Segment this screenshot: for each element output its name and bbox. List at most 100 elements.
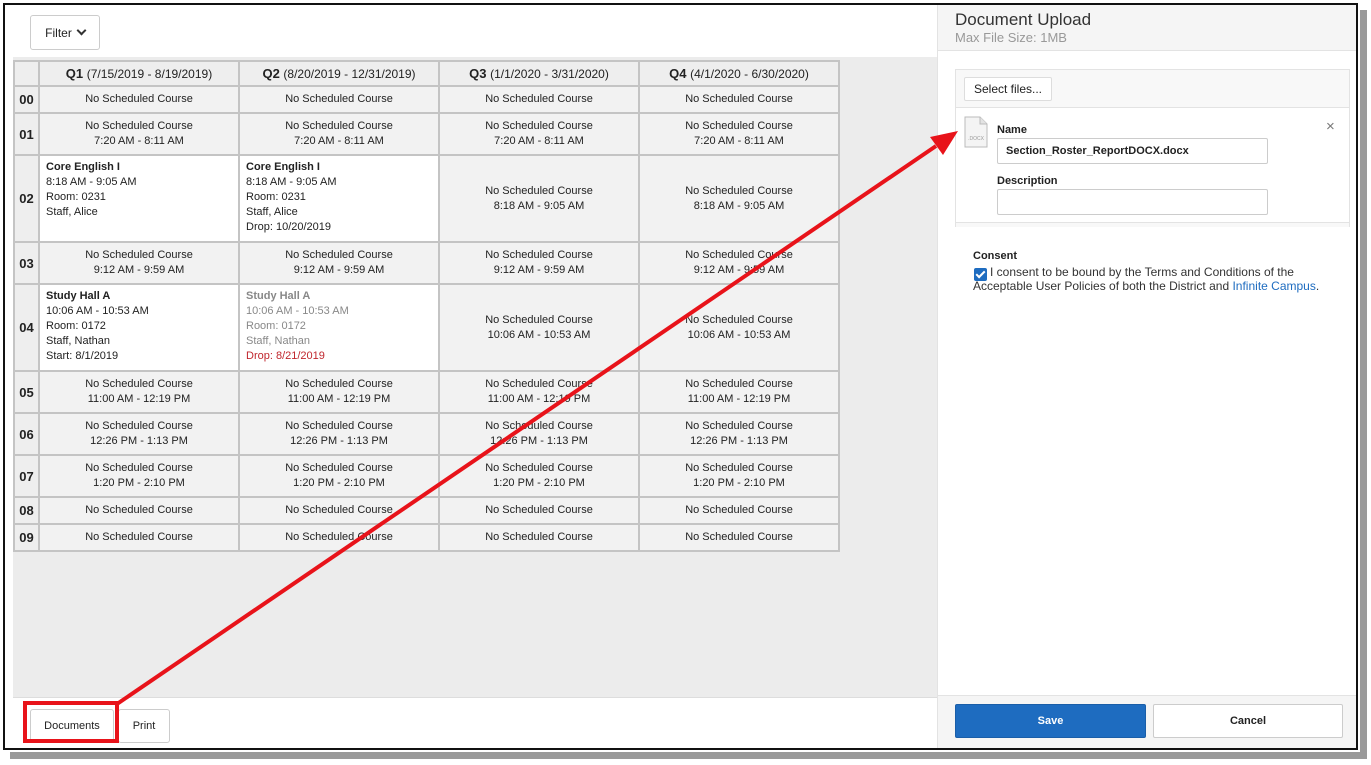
file-docx-icon: .DOCX xyxy=(964,116,988,148)
cell-line: No Scheduled Course xyxy=(285,93,393,105)
term-name: Q2 xyxy=(262,66,280,81)
course-cell[interactable]: Core English I 8:18 AM - 9:05 AM Room: 023… xyxy=(38,154,240,243)
cell-line: 12:26 PM - 1:13 PM xyxy=(90,435,188,447)
cell-line: No Scheduled Course xyxy=(685,249,793,261)
cell-line: No Scheduled Course xyxy=(285,504,393,516)
empty-slot-cell: No Scheduled Course xyxy=(38,496,240,525)
cancel-button[interactable]: Cancel xyxy=(1153,704,1343,738)
empty-slot-cell: No Scheduled Course 1:20 PM - 2:10 PM xyxy=(438,454,640,498)
schedule-body: 00 No Scheduled Course No Scheduled Course… xyxy=(13,85,840,552)
cell-line: Staff, Alice xyxy=(46,206,98,218)
cell-line: 7:20 AM - 8:11 AM xyxy=(694,135,784,147)
period-number: 08 xyxy=(13,496,40,525)
cell-line: No Scheduled Course xyxy=(485,249,593,261)
period-number: 07 xyxy=(13,454,40,498)
cell-line: No Scheduled Course xyxy=(285,249,393,261)
cell-line: 7:20 AM - 8:11 AM xyxy=(294,135,384,147)
cell-line: 1:20 PM - 2:10 PM xyxy=(493,477,585,489)
period-number: 02 xyxy=(13,154,40,243)
term-name: Q4 xyxy=(669,66,687,81)
select-files-button[interactable]: Select files... xyxy=(964,77,1052,101)
cell-line: 12:26 PM - 1:13 PM xyxy=(290,435,388,447)
document-upload-panel: Document Upload Max File Size: 1MB Selec… xyxy=(937,5,1356,748)
annotation-highlight-box xyxy=(23,701,119,743)
empty-slot-cell: No Scheduled Course xyxy=(638,85,840,114)
cell-line: 11:00 AM - 12:19 PM xyxy=(687,393,791,405)
cell-line: 1:20 PM - 2:10 PM xyxy=(93,477,185,489)
cell-line: No Scheduled Course xyxy=(285,462,393,474)
schedule-row: 08 No Scheduled Course No Scheduled Course… xyxy=(13,496,840,525)
course-cell[interactable]: Study Hall A 10:06 AM - 10:53 AM Room: 017… xyxy=(38,283,240,372)
cell-line: 8:18 AM - 9:05 AM xyxy=(246,176,337,188)
close-icon[interactable]: × xyxy=(1326,118,1335,135)
filter-button-label: Filter xyxy=(45,25,72,40)
file-icon-label: .DOCX xyxy=(968,136,985,142)
empty-slot-cell: No Scheduled Course xyxy=(238,496,440,525)
empty-slot-cell: No Scheduled Course xyxy=(638,496,840,525)
cell-line: No Scheduled Course xyxy=(85,504,193,516)
empty-slot-cell: No Scheduled Course xyxy=(438,496,640,525)
course-cell[interactable]: Study Hall A 10:06 AM - 10:53 AM Room: 017… xyxy=(238,283,440,372)
term-header-q4: Q4 (4/1/2020 - 6/30/2020) xyxy=(638,60,840,87)
cell-line: Staff, Nathan xyxy=(46,335,111,347)
cell-line: 10:06 AM - 10:53 AM xyxy=(487,328,591,341)
schedule-header-row: Q1 (7/15/2019 - 8/19/2019) Q2 (8/20/2019 … xyxy=(13,60,840,87)
cell-line: 9:12 AM - 9:59 AM xyxy=(493,264,585,276)
cell-line: No Scheduled Course xyxy=(685,313,793,326)
schedule-row: 00 No Scheduled Course No Scheduled Course… xyxy=(13,85,840,114)
empty-slot-cell: No Scheduled Course 1:20 PM - 2:10 PM xyxy=(238,454,440,498)
term-dates: (4/1/2020 - 6/30/2020) xyxy=(690,67,809,81)
cell-line: 8:18 AM - 9:05 AM xyxy=(693,199,785,212)
empty-slot-cell: No Scheduled Course 1:20 PM - 2:10 PM xyxy=(38,454,240,498)
cell-line: No Scheduled Course xyxy=(285,120,393,132)
cell-line: No Scheduled Course xyxy=(485,504,593,516)
cell-line: No Scheduled Course xyxy=(685,120,793,132)
print-button[interactable]: Print xyxy=(118,709,170,743)
cell-line: 10:06 AM - 10:53 AM xyxy=(46,305,149,317)
cell-line: No Scheduled Course xyxy=(685,184,793,197)
filter-button[interactable]: Filter xyxy=(30,15,100,50)
name-field[interactable]: Section_Roster_ReportDOCX.docx xyxy=(997,138,1268,164)
empty-slot-cell: No Scheduled Course 12:26 PM - 1:13 PM xyxy=(438,412,640,456)
empty-slot-cell: No Scheduled Course 9:12 AM - 9:59 AM xyxy=(438,241,640,285)
cell-line: 9:12 AM - 9:59 AM xyxy=(93,264,185,276)
consent-text: I consent to be bound by the Terms and C… xyxy=(973,265,1325,293)
period-number: 06 xyxy=(13,412,40,456)
cell-line: No Scheduled Course xyxy=(85,249,193,261)
schedule-row: 05 No Scheduled Course 11:00 AM - 12:19 PM… xyxy=(13,370,840,414)
cell-line: 7:20 AM - 8:11 AM xyxy=(94,135,184,147)
empty-slot-cell: No Scheduled Course 12:26 PM - 1:13 PM xyxy=(638,412,840,456)
cell-line: Staff, Alice xyxy=(246,206,298,218)
cell-line: 12:26 PM - 1:13 PM xyxy=(690,435,788,447)
empty-slot-cell: No Scheduled Course xyxy=(438,523,640,552)
period-number: 04 xyxy=(13,283,40,372)
period-number: 09 xyxy=(13,523,40,552)
cell-line: 1:20 PM - 2:10 PM xyxy=(293,477,385,489)
schedule-row: 01 No Scheduled Course 7:20 AM - 8:11 AM No… xyxy=(13,112,840,156)
drop-date: Drop: 8/21/2019 xyxy=(246,350,325,362)
empty-slot-cell: No Scheduled Course 1:20 PM - 2:10 PM xyxy=(638,454,840,498)
cell-line: 12:26 PM - 1:13 PM xyxy=(490,435,588,447)
period-header xyxy=(13,60,40,87)
schedule-row: 09 No Scheduled Course No Scheduled Course… xyxy=(13,523,840,552)
infinite-campus-link[interactable]: Infinite Campus xyxy=(1232,279,1315,293)
cell-line: No Scheduled Course xyxy=(485,313,593,326)
schedule-row: 06 No Scheduled Course 12:26 PM - 1:13 PM N… xyxy=(13,412,840,456)
cell-line: Room: 0231 xyxy=(46,191,106,203)
empty-slot-cell: No Scheduled Course 12:26 PM - 1:13 PM xyxy=(238,412,440,456)
cell-line: No Scheduled Course xyxy=(485,531,593,543)
cell-line: 7:20 AM - 8:11 AM xyxy=(494,135,584,147)
cell-line: 10:06 AM - 10:53 AM xyxy=(687,328,791,341)
empty-slot-cell: No Scheduled Course 12:26 PM - 1:13 PM xyxy=(38,412,240,456)
panel-title: Document Upload xyxy=(955,10,1092,29)
cell-line: 9:12 AM - 9:59 AM xyxy=(693,264,785,276)
description-field[interactable] xyxy=(997,189,1268,215)
upload-toolbar: Select files... xyxy=(956,70,1349,108)
cell-line: No Scheduled Course xyxy=(285,531,393,543)
cell-line: No Scheduled Course xyxy=(685,462,793,474)
screenshot-frame: Filter Q1 (7/15/2019 - 8/19/2019) Q2 (8/2… xyxy=(3,3,1358,750)
course-cell[interactable]: Core English I 8:18 AM - 9:05 AM Room: 023… xyxy=(238,154,440,243)
frame-shadow-right xyxy=(1360,10,1367,755)
empty-slot-cell: No Scheduled Course 11:00 AM - 12:19 PM xyxy=(38,370,240,414)
save-button[interactable]: Save xyxy=(955,704,1146,738)
